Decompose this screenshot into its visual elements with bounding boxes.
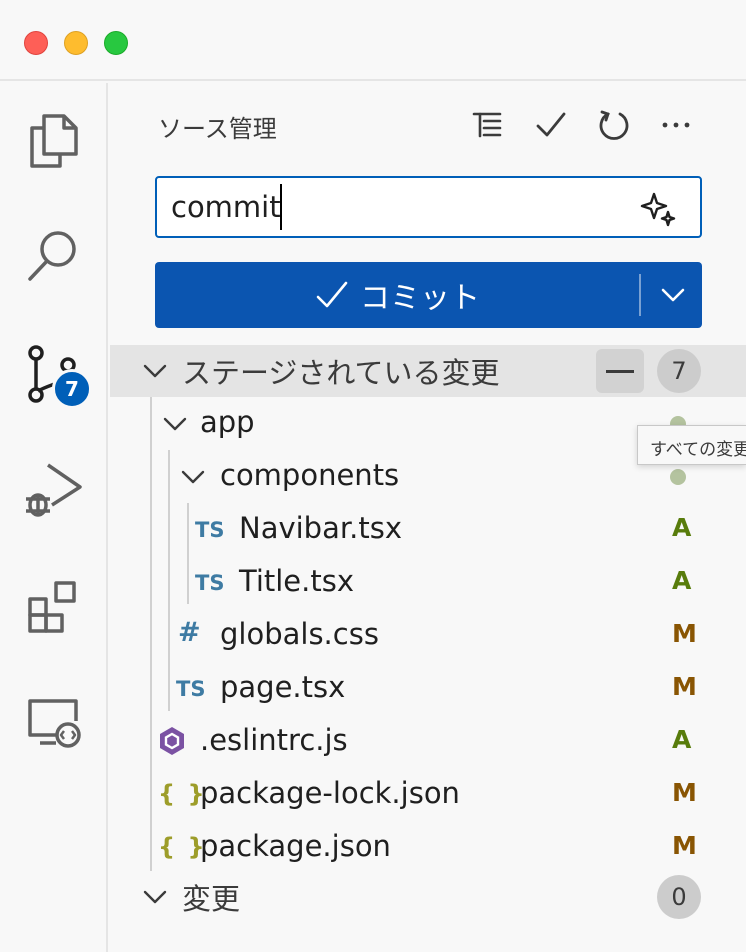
commit-message-input[interactable]: commit: [155, 176, 702, 238]
tree-item-label: .eslintrc.js: [200, 723, 348, 757]
commit-button-group: コミット: [155, 262, 702, 328]
source-control-panel: ソース管理 commit コミット ステージされている変更 7 app comp…: [110, 83, 746, 952]
tree-file-eslintrc[interactable]: .eslintrc.js A: [110, 715, 746, 768]
chevron-down-icon: [661, 288, 684, 302]
close-window-button[interactable]: [24, 31, 48, 55]
activity-bar: 7: [0, 83, 108, 952]
zoom-window-button[interactable]: [104, 31, 128, 55]
tree-item-label: globals.css: [220, 617, 379, 651]
extensions-icon: [28, 581, 76, 633]
more-actions-button[interactable]: [656, 105, 696, 145]
css-file-icon: #: [178, 617, 201, 648]
panel-title: ソース管理: [158, 115, 277, 143]
tree-item-label: package-lock.json: [200, 776, 460, 810]
view-as-tree-icon: [472, 112, 502, 138]
commit-button-label: コミット: [360, 281, 480, 316]
activity-remote-explorer[interactable]: [14, 683, 92, 761]
tree-file-navibar[interactable]: TS Navibar.tsx A: [110, 503, 746, 556]
tree-item-label: package.json: [200, 829, 391, 863]
refresh-icon: [599, 110, 629, 140]
window-titlebar: [0, 0, 746, 81]
status-modified: M: [672, 778, 697, 807]
chevron-down-icon: [143, 890, 167, 904]
eslint-file-icon: [160, 727, 184, 755]
typescript-file-icon: TS: [195, 571, 225, 595]
activity-explorer[interactable]: [14, 100, 92, 178]
commit-button-divider: [639, 274, 641, 316]
activity-run-debug[interactable]: [14, 451, 92, 529]
typescript-file-icon: TS: [176, 677, 206, 701]
changes-count-badge: 0: [657, 875, 701, 919]
text-caret: [280, 184, 282, 230]
tree-file-title[interactable]: TS Title.tsx A: [110, 556, 746, 609]
typescript-file-icon: TS: [195, 518, 225, 542]
chevron-down-icon: [181, 470, 205, 484]
check-icon: [536, 112, 566, 137]
tree-file-package-lock[interactable]: { } package-lock.json M: [110, 768, 746, 821]
chevron-down-icon: [143, 364, 167, 378]
status-modified: M: [672, 619, 697, 648]
commit-button[interactable]: コミット: [155, 262, 639, 328]
tree-item-label: app: [200, 405, 255, 439]
commit-options-dropdown[interactable]: [643, 262, 702, 328]
unstage-all-button[interactable]: [596, 349, 644, 393]
tree-file-globals-css[interactable]: # globals.css M: [110, 609, 746, 662]
tree-item-label: page.tsx: [220, 670, 346, 704]
staged-changes-label: ステージされている変更: [182, 356, 500, 390]
changes-header[interactable]: 変更 0: [110, 871, 746, 923]
activity-search[interactable]: [14, 217, 92, 295]
view-as-tree-button[interactable]: [467, 105, 507, 145]
tree-item-label: Navibar.tsx: [239, 511, 402, 545]
minimize-window-button[interactable]: [64, 31, 88, 55]
remote-explorer-icon: [28, 699, 81, 748]
tooltip: すべての変更: [637, 425, 746, 465]
status-added: A: [672, 725, 692, 754]
explorer-icon: [30, 114, 78, 168]
search-icon: [28, 231, 76, 281]
folder-status-dot: [670, 469, 686, 485]
run-debug-icon: [26, 463, 82, 517]
commit-message-value: commit: [171, 190, 281, 224]
more-icon: [662, 122, 690, 128]
staged-count-badge: 7: [657, 349, 701, 393]
status-modified: M: [672, 831, 697, 860]
sparkle-icon[interactable]: [640, 190, 678, 228]
tree-file-package-json[interactable]: { } package.json M: [110, 821, 746, 874]
tree-item-label: components: [220, 458, 400, 492]
scm-badge: 7: [52, 369, 92, 409]
check-icon: [316, 281, 348, 308]
changes-label: 変更: [182, 882, 241, 916]
minus-icon: [606, 369, 634, 373]
tree-item-label: Title.tsx: [239, 564, 355, 598]
tree-file-page[interactable]: TS page.tsx M: [110, 662, 746, 715]
status-added: A: [672, 566, 692, 595]
commit-check-button[interactable]: [531, 105, 571, 145]
refresh-button[interactable]: [593, 105, 633, 145]
activity-extensions[interactable]: [14, 567, 92, 645]
status-added: A: [672, 513, 692, 542]
staged-changes-header[interactable]: ステージされている変更 7: [110, 345, 746, 397]
chevron-down-icon: [163, 417, 187, 431]
status-modified: M: [672, 672, 697, 701]
